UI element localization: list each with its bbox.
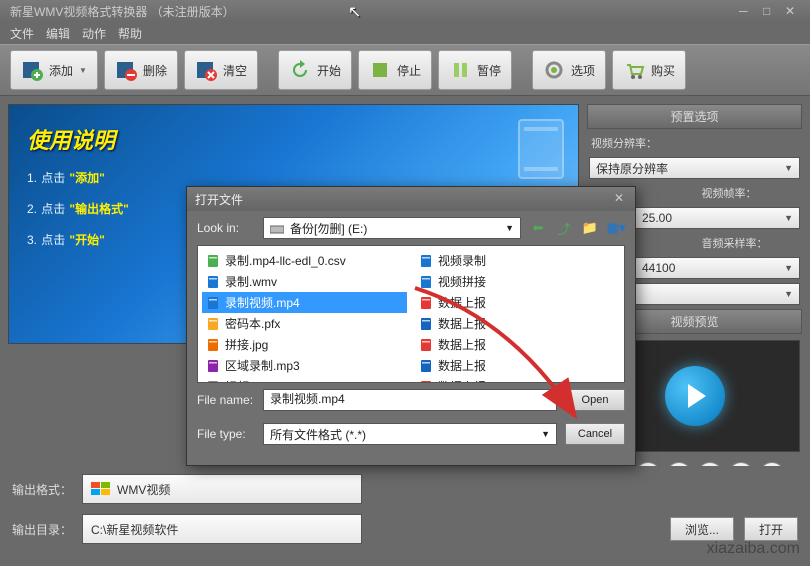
file-item[interactable]: 数据上报 [415, 376, 620, 383]
audiorate-select[interactable]: 44100▼ [635, 257, 800, 279]
film-frame-icon [518, 119, 564, 179]
chevron-down-icon: ▼ [79, 66, 87, 75]
dialog-cancel-button[interactable]: Cancel [565, 423, 625, 445]
minimize-icon[interactable]: ─ [733, 4, 753, 18]
output-format-select[interactable]: WMV视频 [82, 474, 362, 504]
file-item[interactable]: 数据上报 [415, 355, 620, 376]
chevron-down-icon: ▼ [541, 429, 550, 439]
buy-button[interactable]: 购买 [612, 50, 686, 90]
file-item[interactable]: 区域录制.mp3 [202, 355, 407, 376]
file-item[interactable]: 数据上报 [415, 334, 620, 355]
nav-newfolder-icon[interactable]: 📁 [581, 219, 599, 237]
stop-icon [369, 59, 391, 81]
drive-icon [270, 221, 284, 235]
chevron-down-icon: ▼ [784, 163, 793, 173]
pause-icon [449, 59, 471, 81]
dialog-close-icon[interactable]: ✕ [611, 191, 627, 207]
lookin-select[interactable]: 备份[勿删] (E:) ▼ [263, 217, 521, 239]
file-item[interactable]: 视频.bd [202, 376, 407, 383]
preset-header: 预置选项 [587, 104, 802, 129]
maximize-icon[interactable]: □ [757, 4, 777, 18]
delete-button[interactable]: 删除 [104, 50, 178, 90]
menu-file[interactable]: 文件 [10, 25, 34, 41]
file-item[interactable]: 视频拼接 [415, 271, 620, 292]
file-item[interactable]: 视频录制 [415, 250, 620, 271]
titlebar: 新星WMV视频格式转换器 （未注册版本） ─ □ ✕ [0, 0, 810, 22]
browse-button[interactable]: 浏览... [670, 517, 734, 541]
gear-icon [543, 59, 565, 81]
open-file-dialog: 打开文件 ✕ Look in: 备份[勿删] (E:) ▼ ⬅ ⤴ 📁 ▦▾ 录… [186, 186, 636, 466]
audiorate-label: 音频采样率： [698, 233, 801, 253]
menubar: 文件 编辑 动作 帮助 [0, 22, 810, 44]
file-item[interactable]: 录制视频.mp4 [202, 292, 407, 313]
nav-view-icon[interactable]: ▦▾ [607, 219, 625, 237]
film-clear-icon [195, 59, 217, 81]
watermark: xiazaiba.com [707, 540, 800, 558]
filename-label: File name: [197, 393, 255, 407]
refresh-icon [289, 59, 311, 81]
open-dir-button[interactable]: 打开 [744, 517, 798, 541]
file-list[interactable]: 录制.mp4-llc-edl_0.csv录制.wmv录制视频.mp4密码本.pf… [197, 245, 625, 383]
chevron-down-icon: ▼ [784, 289, 793, 299]
file-item[interactable]: 数据上报 [415, 313, 620, 334]
clear-button[interactable]: 清空 [184, 50, 258, 90]
menu-action[interactable]: 动作 [82, 25, 106, 41]
cart-icon [623, 59, 645, 81]
banner-heading: 使用说明 [27, 123, 560, 155]
resolution-label: 视频分辨率： [587, 133, 802, 153]
film-add-icon [21, 59, 43, 81]
play-icon[interactable] [665, 366, 725, 426]
dialog-open-button[interactable]: Open [565, 389, 625, 411]
fps-select[interactable]: 25.00▼ [635, 207, 800, 229]
menu-help[interactable]: 帮助 [118, 25, 142, 41]
chevron-down-icon: ▼ [505, 223, 514, 233]
output-format-label: 输出格式： [12, 481, 72, 498]
main-window: ↖ 新星WMV视频格式转换器 （未注册版本） ─ □ ✕ 文件 编辑 动作 帮助… [0, 0, 810, 566]
file-item[interactable]: 拼接.jpg [202, 334, 407, 355]
toolbar: 添加▼ 删除 清空 开始 停止 暂停 选项 购买 [0, 44, 810, 96]
output-dir-field[interactable]: C:\新星视频软件 [82, 514, 362, 544]
menu-edit[interactable]: 编辑 [46, 25, 70, 41]
filetype-select[interactable]: 所有文件格式 (*.*)▼ [263, 423, 557, 445]
file-item[interactable]: 密码本.pfx [202, 313, 407, 334]
windows-flag-icon [91, 482, 111, 496]
close-icon[interactable]: ✕ [780, 4, 800, 18]
filename-input[interactable]: 录制视频.mp4 [263, 389, 557, 411]
nav-up-icon[interactable]: ⤴ [555, 219, 573, 237]
resolution-select[interactable]: 保持原分辨率▼ [589, 157, 800, 179]
fps-label: 视频帧率： [698, 183, 801, 203]
nav-back-icon[interactable]: ⬅ [529, 219, 547, 237]
output-bar: 输出格式： WMV视频 输出目录： C:\新星视频软件 浏览... 打开 [0, 466, 810, 566]
pause-button[interactable]: 暂停 [438, 50, 512, 90]
options-button[interactable]: 选项 [532, 50, 606, 90]
window-title: 新星WMV视频格式转换器 （未注册版本） [10, 3, 235, 20]
film-delete-icon [115, 59, 137, 81]
chevron-down-icon: ▼ [784, 263, 793, 273]
lookin-label: Look in: [197, 221, 255, 235]
add-button[interactable]: 添加▼ [10, 50, 98, 90]
file-item[interactable]: 录制.wmv [202, 271, 407, 292]
dialog-titlebar: 打开文件 ✕ [187, 187, 635, 211]
file-item[interactable]: 数据上报 [415, 292, 620, 313]
filetype-label: File type: [197, 427, 255, 441]
stop-button[interactable]: 停止 [358, 50, 432, 90]
dialog-title: 打开文件 [195, 191, 243, 208]
chevron-down-icon: ▼ [784, 213, 793, 223]
output-dir-label: 输出目录： [12, 521, 72, 538]
banner-line-1: 1. 点击 "添加" [27, 169, 560, 186]
start-button[interactable]: 开始 [278, 50, 352, 90]
file-item[interactable]: 录制.mp4-llc-edl_0.csv [202, 250, 407, 271]
